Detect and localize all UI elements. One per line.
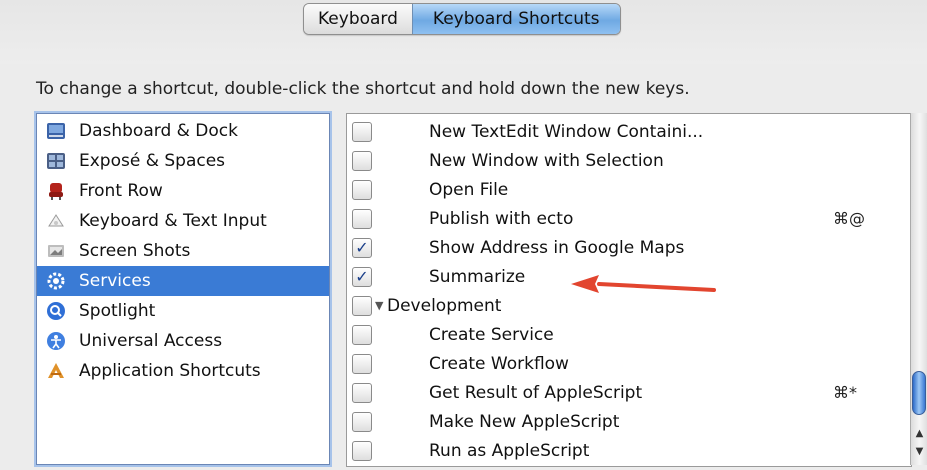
shortcut-row[interactable]: Make New AppleScript	[347, 407, 911, 436]
shortcut-checkbox[interactable]	[352, 440, 372, 461]
shortcut-row[interactable]: Publish with ecto ⌘@	[347, 204, 911, 233]
category-label: Screen Shots	[79, 241, 191, 261]
category-front-row[interactable]: Front Row	[37, 176, 329, 206]
shortcut-checkbox[interactable]	[352, 295, 372, 316]
shortcut-keys[interactable]: ⌘*	[833, 383, 857, 402]
shortcut-checkbox[interactable]	[352, 382, 372, 403]
shortcut-row[interactable]: New TextEdit Window Containi...	[347, 117, 911, 146]
services-gear-icon	[45, 270, 67, 292]
shortcut-label: Publish with ecto	[429, 208, 574, 229]
shortcut-label: Create Service	[429, 324, 554, 345]
keyboard-text-input-icon	[45, 210, 67, 232]
shortcut-row[interactable]: Open File	[347, 175, 911, 204]
shortcut-checkbox[interactable]	[352, 208, 372, 229]
shortcut-label: New Window with Selection	[429, 150, 664, 171]
dashboard-dock-icon	[45, 120, 67, 142]
shortcut-checkbox[interactable]	[352, 150, 372, 171]
shortcut-label: Create Workflow	[429, 353, 569, 374]
category-application-shortcuts[interactable]: Application Shortcuts	[37, 356, 329, 386]
scroll-down-arrow-icon[interactable]: ▼	[911, 443, 927, 461]
shortcut-row[interactable]: ✓ Show Address in Google Maps	[347, 233, 911, 262]
shortcut-checkbox[interactable]	[352, 411, 372, 432]
shortcut-row[interactable]: Run as AppleScript	[347, 436, 911, 465]
category-label: Spotlight	[79, 301, 156, 321]
shortcut-row[interactable]: New Window with Selection	[347, 146, 911, 175]
category-label: Services	[79, 271, 151, 291]
tab-keyboard-shortcuts[interactable]: Keyboard Shortcuts	[411, 4, 620, 34]
shortcut-label: Summarize	[429, 266, 526, 287]
disclosure-triangle-icon[interactable]: ▼	[375, 299, 383, 312]
scrollbar-thumb[interactable]	[912, 371, 926, 415]
shortcut-checkbox-checked[interactable]: ✓	[352, 266, 372, 287]
shortcut-label: Run as AppleScript	[429, 440, 590, 461]
shortcut-checkbox-checked[interactable]: ✓	[352, 237, 372, 258]
category-label: Front Row	[79, 181, 163, 201]
instructions-text: To change a shortcut, double-click the s…	[36, 79, 690, 99]
shortcut-checkbox[interactable]	[352, 121, 372, 142]
vertical-scrollbar[interactable]: ▲ ▼	[910, 113, 927, 465]
expose-spaces-icon	[45, 150, 67, 172]
shortcut-checkbox[interactable]	[352, 353, 372, 374]
red-arrow-icon	[571, 275, 716, 293]
category-label: Application Shortcuts	[79, 361, 261, 381]
category-services[interactable]: Services	[37, 266, 329, 296]
category-dashboard-dock[interactable]: Dashboard & Dock	[37, 116, 329, 146]
category-label: Universal Access	[79, 331, 223, 351]
front-row-icon	[45, 180, 67, 202]
tab-keyboard[interactable]: Keyboard	[304, 4, 412, 34]
category-label: Exposé & Spaces	[79, 151, 226, 171]
shortcut-row[interactable]: Get Result of AppleScript ⌘*	[347, 378, 911, 407]
category-universal-access[interactable]: Universal Access	[37, 326, 329, 356]
shortcut-checkbox[interactable]	[352, 324, 372, 345]
category-label: Keyboard & Text Input	[79, 211, 267, 231]
category-list[interactable]: Dashboard & Dock Exposé & Spaces Front R…	[36, 113, 330, 465]
application-shortcuts-icon	[45, 360, 67, 382]
shortcut-list[interactable]: New TextEdit Window Containi... New Wind…	[346, 113, 912, 467]
category-spotlight[interactable]: Spotlight	[37, 296, 329, 326]
checkmark-icon: ✓	[355, 237, 369, 257]
tab-bar: Keyboard Keyboard Shortcuts	[303, 3, 621, 35]
shortcut-label: Make New AppleScript	[429, 411, 620, 432]
group-label: Development	[387, 295, 502, 316]
scroll-up-arrow-icon[interactable]: ▲	[911, 425, 927, 443]
shortcut-label: Get Result of AppleScript	[429, 382, 643, 403]
scrollbar-top-cap	[911, 113, 927, 125]
category-expose-spaces[interactable]: Exposé & Spaces	[37, 146, 329, 176]
shortcut-row[interactable]: Create Workflow	[347, 349, 911, 378]
category-screen-shots[interactable]: Screen Shots	[37, 236, 329, 266]
shortcut-label: Show Address in Google Maps	[429, 237, 685, 258]
shortcut-label: New TextEdit Window Containi...	[429, 121, 704, 142]
shortcut-row[interactable]: Create Service	[347, 320, 911, 349]
shortcut-keys[interactable]: ⌘@	[833, 209, 865, 228]
category-label: Dashboard & Dock	[79, 121, 238, 141]
spotlight-icon	[45, 300, 67, 322]
shortcut-checkbox[interactable]	[352, 179, 372, 200]
category-keyboard-text-input[interactable]: Keyboard & Text Input	[37, 206, 329, 236]
screen-shots-icon	[45, 240, 67, 262]
universal-access-icon	[45, 330, 67, 352]
checkmark-icon: ✓	[355, 266, 369, 286]
shortcut-label: Open File	[429, 179, 509, 200]
